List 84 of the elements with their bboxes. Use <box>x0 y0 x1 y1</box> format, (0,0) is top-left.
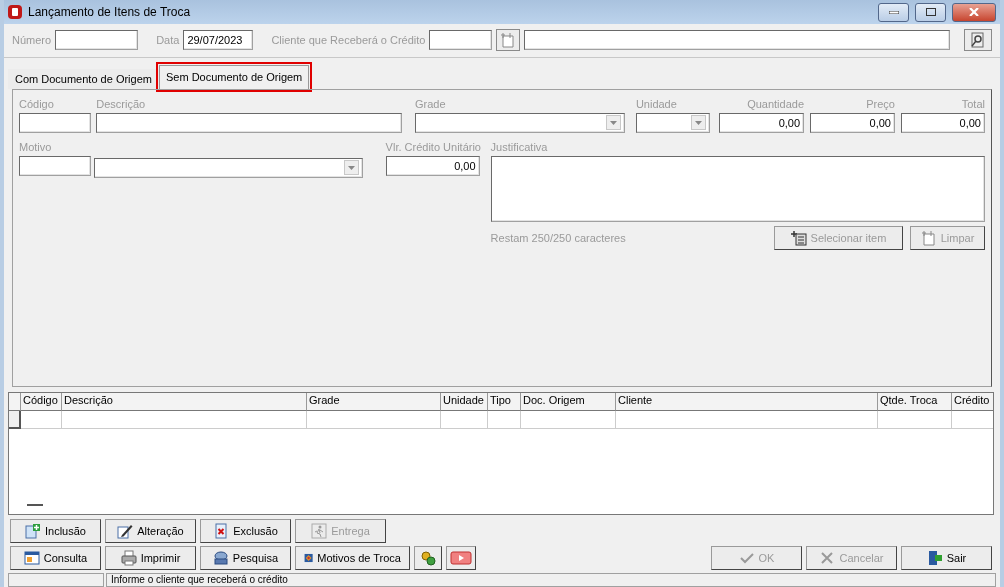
toolbar-button[interactable]: Pesquisa <box>200 546 291 570</box>
input-field[interactable] <box>524 30 950 51</box>
list-icon <box>790 229 807 246</box>
dropdown-field[interactable] <box>94 157 363 178</box>
row-indicator <box>9 411 21 430</box>
page-icon <box>500 32 517 49</box>
number-field[interactable]: 0,00 <box>810 112 895 133</box>
column-header[interactable]: Tipo <box>488 393 521 412</box>
settings-button[interactable] <box>414 546 442 570</box>
table-cell <box>441 411 488 430</box>
field-label: Data <box>156 34 180 47</box>
table-cell <box>488 411 521 430</box>
cross-icon <box>819 550 836 566</box>
minimize-button[interactable] <box>878 2 909 22</box>
close-icon <box>969 8 979 17</box>
printer-icon <box>120 550 137 566</box>
play-icon <box>450 550 472 566</box>
field-label: Quantidade <box>746 97 805 110</box>
exit-door-icon <box>926 550 943 566</box>
input-field[interactable] <box>55 30 139 51</box>
page-icon <box>920 229 937 246</box>
toolbar-button[interactable]: Sair <box>901 546 992 570</box>
field-label: Vlr. Crédito Unitário <box>385 140 480 153</box>
walking-person-icon <box>311 523 328 539</box>
column-header[interactable]: Qtde. Troca <box>878 393 952 412</box>
gears-icon <box>420 550 436 566</box>
field-label: Cliente que Receberá o Crédito <box>271 34 426 47</box>
status-text: Informe o cliente que receberá o crédito <box>106 573 996 587</box>
field-label: Número <box>12 34 52 47</box>
field-label: Descrição <box>96 97 147 110</box>
toolbar-button[interactable]: Consulta <box>10 546 101 570</box>
input-field[interactable] <box>19 112 92 133</box>
text-area[interactable] <box>490 155 985 222</box>
close-button[interactable] <box>952 2 996 22</box>
column-header[interactable]: Crédito <box>952 393 993 412</box>
field-label: Motivo <box>19 140 53 153</box>
dropdown-field[interactable] <box>414 112 625 133</box>
tab[interactable]: Sem Documento de Origem <box>158 64 310 89</box>
search-button[interactable] <box>964 29 992 52</box>
input-field[interactable] <box>429 30 493 51</box>
field-label: Código <box>19 97 55 110</box>
dropdown-field[interactable] <box>635 112 711 133</box>
toolbar-button[interactable]: Inclusão <box>10 519 101 543</box>
pencil-icon <box>117 523 134 539</box>
number-field[interactable]: 0,00 <box>719 112 805 133</box>
toolbar-button[interactable]: Motivos de Troca <box>295 546 410 570</box>
add-icon <box>25 523 41 539</box>
search-icon <box>970 32 986 49</box>
table-cell <box>21 411 62 430</box>
input-field[interactable] <box>19 155 91 176</box>
caret-icon <box>347 165 355 170</box>
video-button[interactable] <box>446 546 476 570</box>
field-label: Justificativa <box>490 140 549 153</box>
character-counter: Restam 250/250 caracteres <box>490 231 627 244</box>
toolbar-button[interactable]: Exclusão <box>200 519 291 543</box>
checkmark-icon <box>738 550 755 566</box>
delete-icon <box>213 523 230 539</box>
column-header[interactable]: Grade <box>307 393 441 412</box>
caret-icon <box>695 120 703 125</box>
maximize-icon <box>925 8 936 17</box>
column-header[interactable]: Unidade <box>441 393 488 412</box>
field-label: Preço <box>865 97 895 110</box>
field-label: Unidade <box>635 97 678 110</box>
lookup-button[interactable] <box>496 29 521 52</box>
toolbar-button[interactable]: Imprimir <box>105 546 196 570</box>
app-logo-icon <box>8 5 22 20</box>
date-field[interactable]: 29/07/2023 <box>183 30 254 51</box>
column-header[interactable]: Código <box>21 393 62 412</box>
window-title: Lançamento de Itens de Troca <box>28 5 192 20</box>
number-field[interactable]: 0,00 <box>901 112 985 133</box>
column-header[interactable]: Cliente <box>616 393 878 412</box>
window-icon <box>23 550 40 566</box>
field-label: Grade <box>414 97 447 110</box>
toolbar-button[interactable]: Alteração <box>105 519 196 543</box>
minimize-icon <box>888 10 899 14</box>
column-header[interactable]: Descrição <box>62 393 307 412</box>
caret-icon <box>609 120 617 125</box>
field-label: Total <box>960 97 985 110</box>
scanner-icon <box>212 550 229 566</box>
tab[interactable]: Com Documento de Origem <box>8 68 159 89</box>
column-header[interactable]: Doc. Origem <box>521 393 616 412</box>
maximize-button[interactable] <box>915 2 946 22</box>
input-field[interactable] <box>96 112 402 133</box>
number-field[interactable]: 0,00 <box>385 155 480 176</box>
